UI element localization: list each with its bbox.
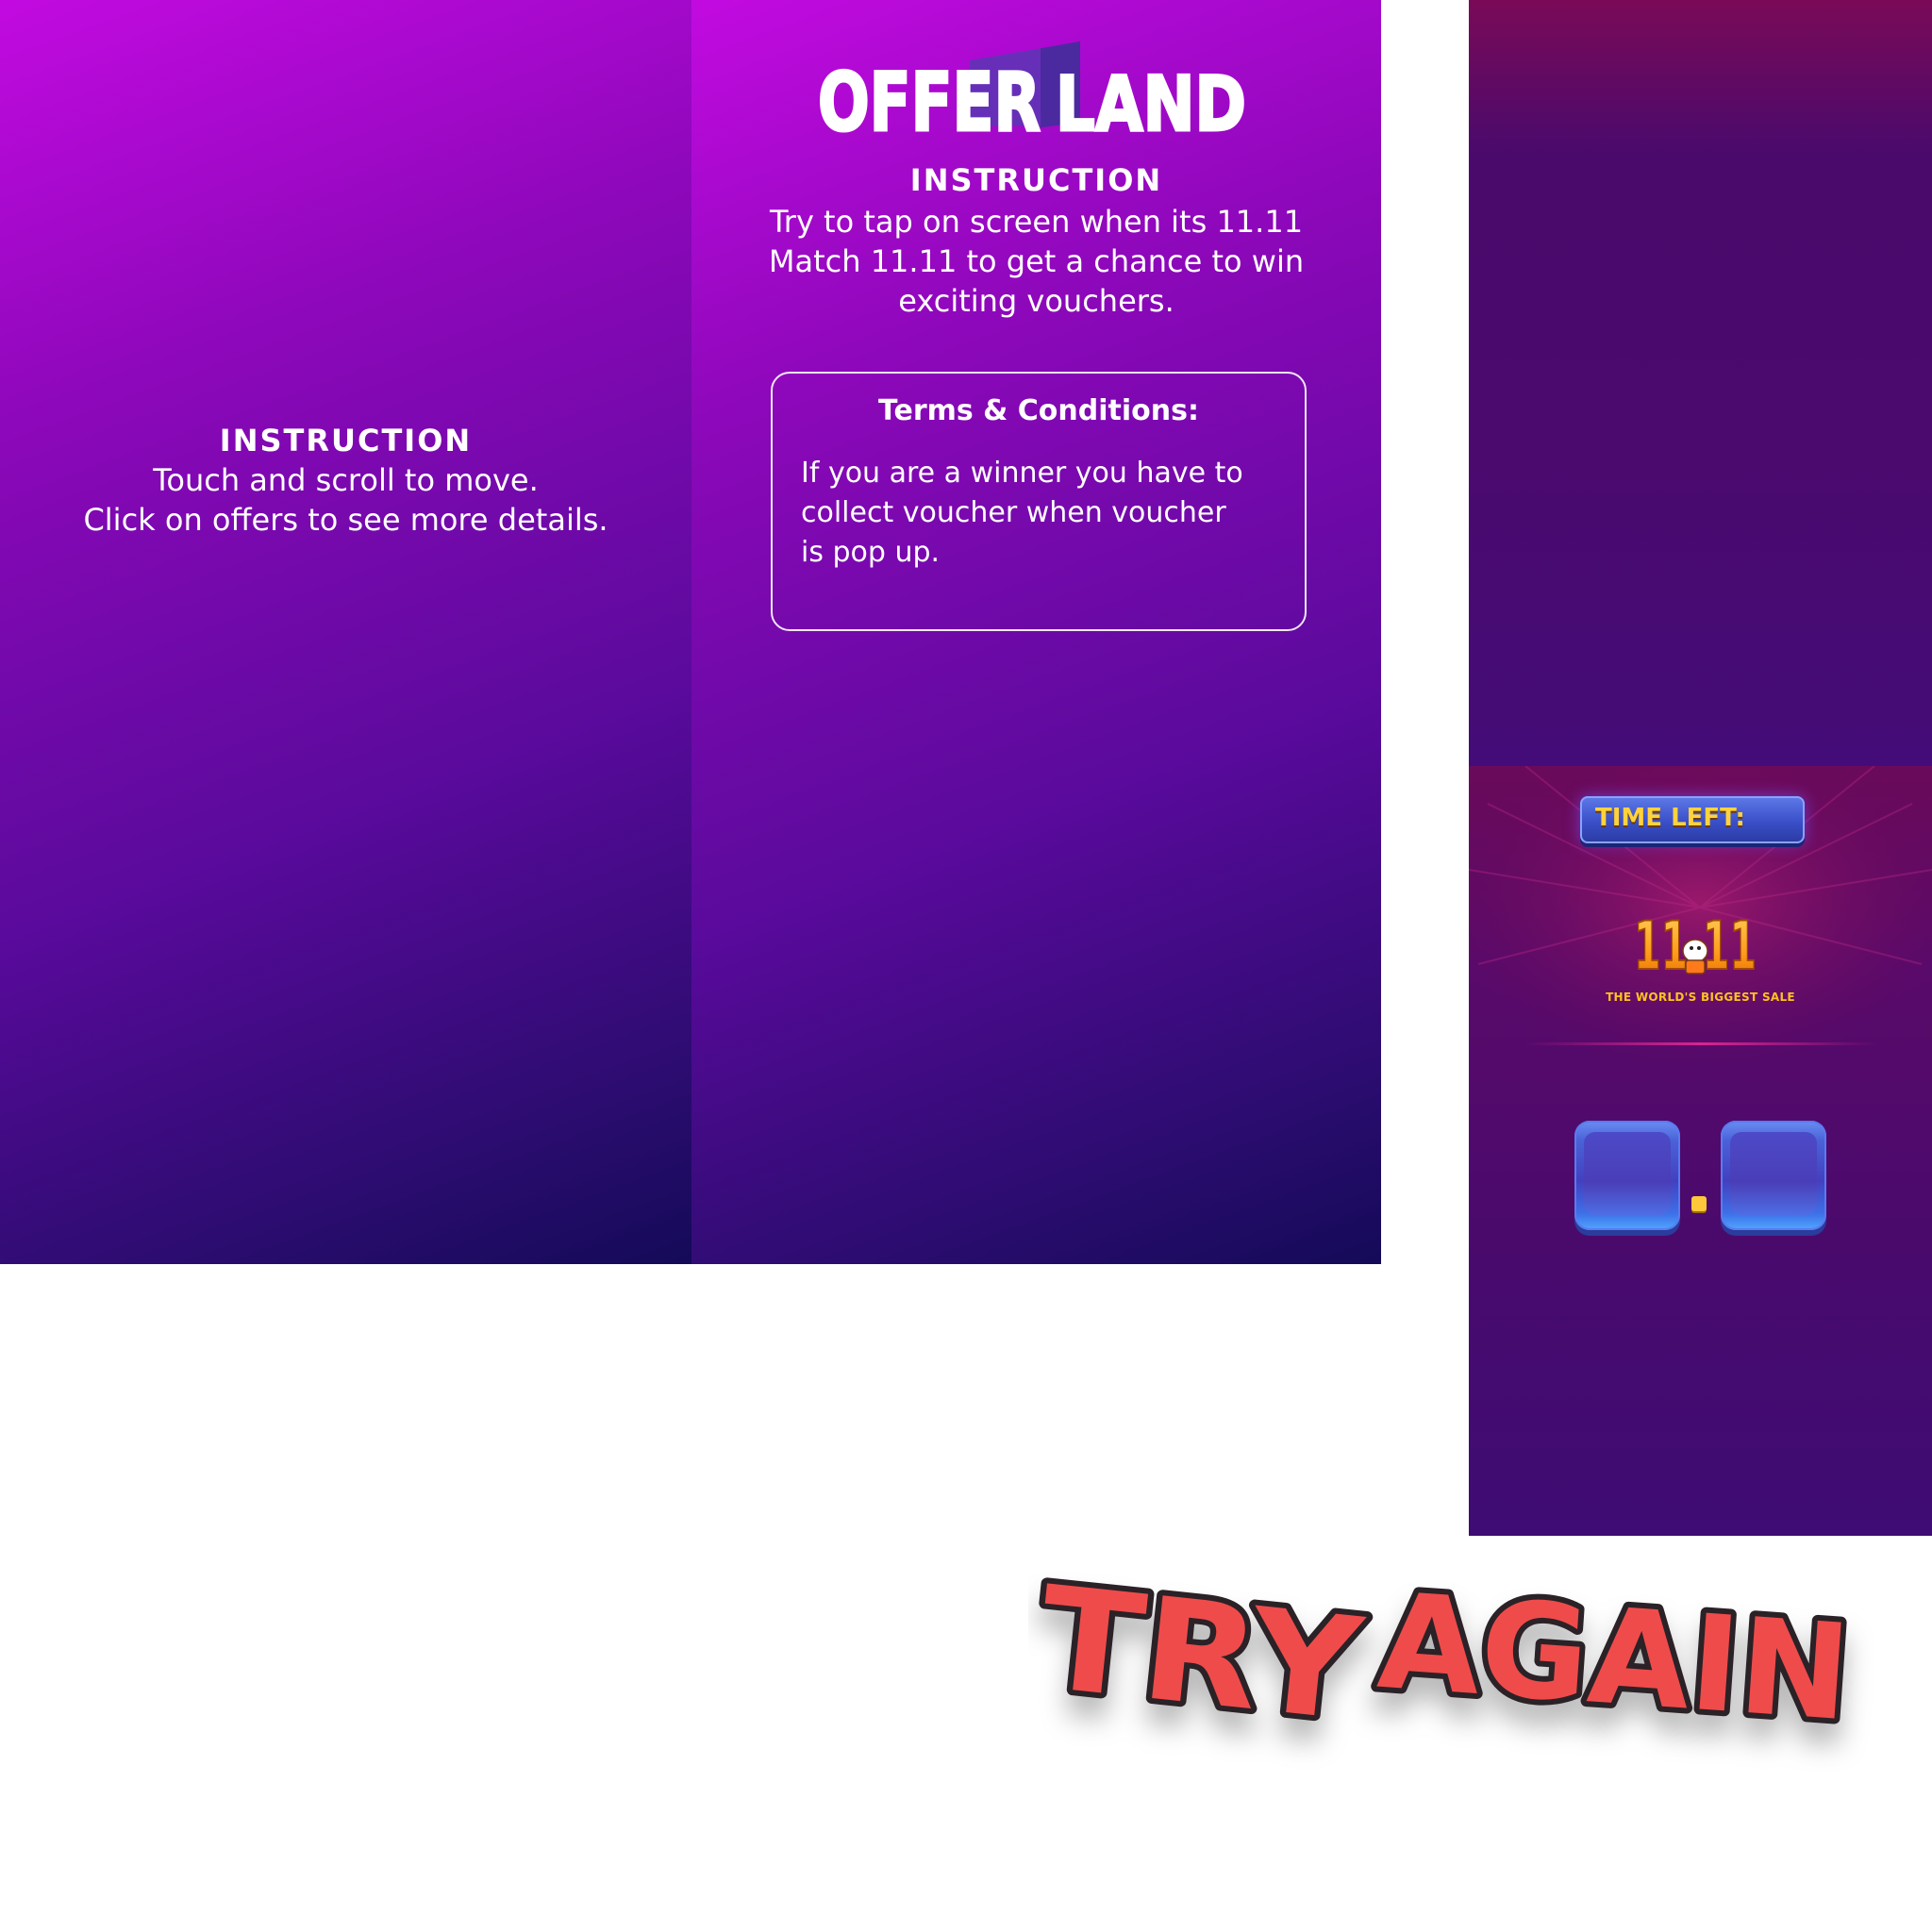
instruction-title: INSTRUCTION (219, 423, 473, 458)
middle-instruction-panel: OFFER LAND INSTRUCTION Try to tap on scr… (691, 0, 1381, 1264)
offer-land-logo: OFFER LAND (817, 41, 1248, 142)
digit-slot-right (1721, 1121, 1826, 1230)
sale-11-11-logo: 11.11 (1633, 907, 1757, 983)
game-screen-panel: TIME LEFT: 11.11 THE WORLD'S BIGGEST SAL… (1469, 0, 1932, 1536)
try-word: TRY (1032, 1561, 1371, 1754)
again-word: AGAIN (1374, 1565, 1855, 1751)
instruction-title: INSTRUCTION (909, 162, 1163, 198)
terms-text: If you are a winner you have to collect … (801, 454, 1276, 573)
terms-line: If you are a winner you have to (801, 457, 1243, 490)
mascot-icon (1682, 939, 1708, 974)
terms-line: collect voucher when voucher (801, 496, 1226, 529)
instruction-line: Try to tap on screen when its 11.11 (769, 204, 1304, 240)
terms-title: Terms & Conditions: (878, 394, 1199, 427)
background-strip (1469, 0, 1932, 766)
try-again-banner: TRY AGAIN (1028, 1561, 1860, 1759)
middle-instruction-block: INSTRUCTION Try to tap on screen when it… (691, 162, 1381, 321)
game-screen[interactable]: TIME LEFT: 11.11 THE WORLD'S BIGGEST SAL… (1469, 766, 1932, 1536)
terms-line: is pop up. (801, 536, 941, 569)
digit-slot-face (1584, 1132, 1671, 1215)
digit-slot-face (1730, 1132, 1817, 1215)
instruction-line: Match 11.11 to get a chance to win (768, 243, 1305, 279)
terms-box: Terms & Conditions: If you are a winner … (771, 372, 1307, 631)
divider-line (1525, 1042, 1876, 1045)
instruction-line: exciting vouchers. (898, 283, 1174, 319)
instruction-line: Click on offers to see more details. (83, 502, 608, 538)
left-instruction-block: INSTRUCTION Touch and scroll to move. Cl… (0, 423, 691, 540)
instruction-line: Touch and scroll to move. (153, 462, 539, 498)
digit-separator-dot (1691, 1196, 1707, 1211)
left-instruction-panel: INSTRUCTION Touch and scroll to move. Cl… (0, 0, 691, 1264)
time-left-label: TIME LEFT: (1595, 804, 1745, 832)
digit-slot-left (1574, 1121, 1680, 1230)
logo-word-offer: OFFER (818, 56, 1041, 142)
sale-caption: THE WORLD'S BIGGEST SALE (1606, 991, 1795, 1004)
logo-word-land: LAND (1056, 60, 1246, 142)
time-left-badge: TIME LEFT: (1580, 796, 1805, 843)
